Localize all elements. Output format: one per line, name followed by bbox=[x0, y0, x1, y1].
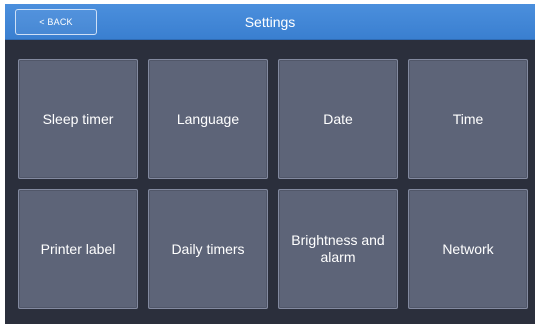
settings-screen: Settings < BACK Sleep timer Language Dat… bbox=[5, 4, 535, 324]
header-bar: Settings < BACK bbox=[5, 4, 535, 40]
language-tile[interactable]: Language bbox=[148, 59, 268, 179]
sleep-timer-tile[interactable]: Sleep timer bbox=[18, 59, 138, 179]
printer-label-tile[interactable]: Printer label bbox=[18, 189, 138, 309]
back-button[interactable]: < BACK bbox=[15, 9, 97, 35]
daily-timers-tile[interactable]: Daily timers bbox=[148, 189, 268, 309]
date-tile[interactable]: Date bbox=[278, 59, 398, 179]
brightness-and-alarm-tile[interactable]: Brightness and alarm bbox=[278, 189, 398, 309]
network-tile[interactable]: Network bbox=[408, 189, 528, 309]
time-tile[interactable]: Time bbox=[408, 59, 528, 179]
